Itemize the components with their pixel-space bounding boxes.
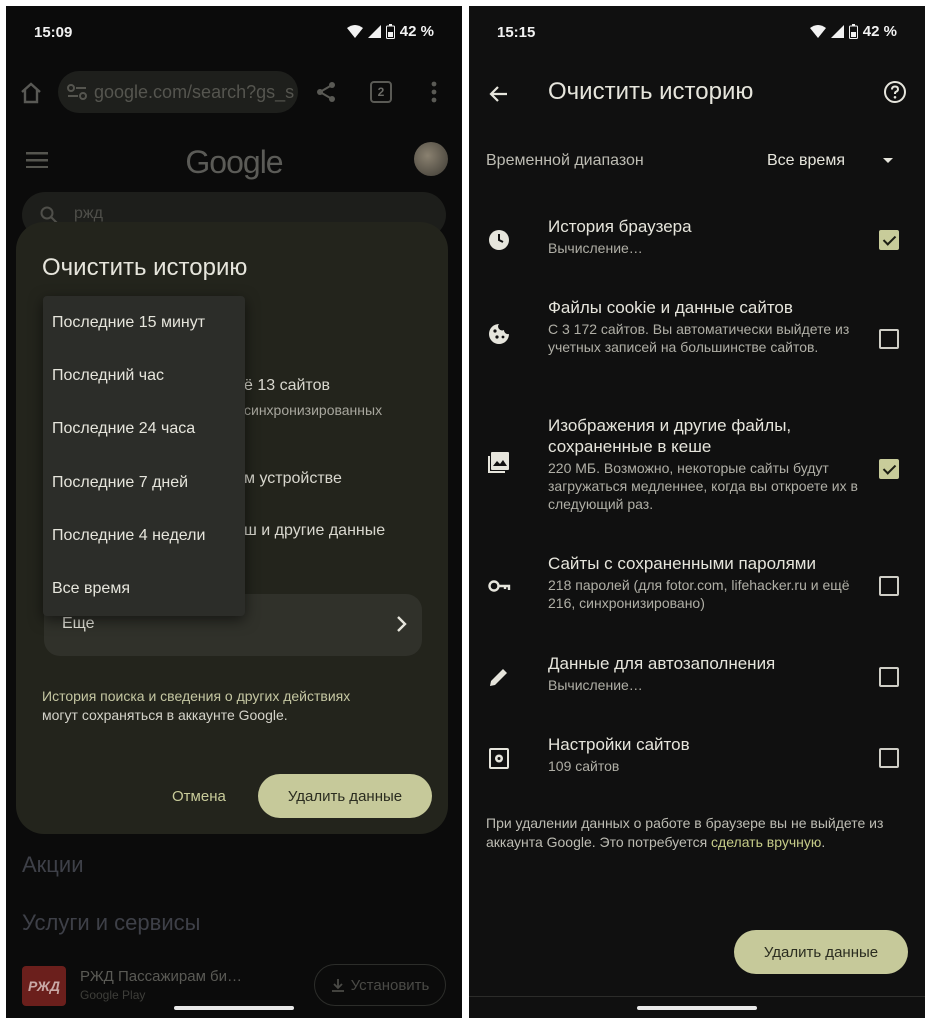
signal-icon [830, 25, 844, 38]
google-header: Google [6, 134, 462, 190]
footnote: При удалении данных о работе в браузере … [486, 814, 896, 852]
peek-text: ш и другие данные [244, 522, 386, 539]
option-title: Настройки сайтов [548, 735, 690, 754]
download-icon [331, 979, 344, 992]
dropdown-option[interactable]: Все время [43, 562, 245, 615]
right-screenshot: 15:15 42 % Очистить историю Временной ди… [469, 6, 925, 1018]
dropdown-arrow-icon[interactable] [883, 158, 893, 163]
note-line: История поиска и сведения о других дейст… [42, 688, 351, 704]
option-title: История браузера [548, 217, 692, 236]
option-subtitle: 109 сайтов [548, 758, 620, 774]
page-title: Очистить историю [548, 78, 754, 105]
account-avatar[interactable] [414, 142, 448, 176]
status-time: 15:09 [34, 24, 73, 41]
option-subtitle: С 3 172 сайтов. Вы автоматически выйдете… [548, 321, 850, 355]
option-title: Файлы cookie и данные сайтов [548, 298, 793, 317]
battery-icon [385, 24, 395, 39]
checkbox-cookies[interactable] [879, 329, 899, 349]
checkbox-saved-passwords[interactable] [879, 576, 899, 596]
app-card-title: РЖД Пассажирам би… [80, 968, 243, 985]
app-card-subtitle: Google Play [80, 988, 146, 1002]
dialog-note: История поиска и сведения о других дейст… [42, 687, 412, 725]
option-subtitle: 220 МБ. Возможно, некоторые сайты будут … [548, 460, 858, 512]
status-bar: 15:09 42 % [6, 6, 462, 58]
checkbox-autofill[interactable] [879, 667, 899, 687]
key-icon [488, 580, 511, 592]
install-label: Установить [350, 976, 430, 994]
battery-icon [848, 24, 858, 39]
rzd-logo: РЖД [22, 966, 66, 1006]
arrow-back-icon[interactable] [487, 82, 511, 106]
dropdown-option[interactable]: Последние 4 недели [43, 509, 245, 562]
site-info-icon[interactable] [66, 82, 88, 102]
checkbox-cached-images[interactable] [879, 459, 899, 479]
home-icon[interactable] [18, 80, 44, 106]
checkbox-site-settings[interactable] [879, 748, 899, 768]
help-icon[interactable] [883, 80, 907, 104]
option-subtitle: 218 паролей (для fotor.com, lifehacker.r… [548, 577, 850, 611]
cancel-button[interactable]: Отмена [172, 788, 226, 805]
footnote-end: . [821, 834, 826, 850]
peek-text: ё 13 сайтов [244, 377, 330, 394]
option-title: Данные для автозаполнения [548, 654, 776, 673]
peek-text: синхронизированных [244, 402, 383, 418]
status-bar: 15:15 42 % [469, 6, 925, 58]
wifi-icon [809, 25, 826, 38]
clock-icon [489, 230, 509, 250]
site-settings-icon [489, 748, 509, 769]
image-icon [488, 452, 509, 473]
section-services[interactable]: Услуги и сервисы [22, 910, 200, 936]
status-time: 15:15 [497, 24, 536, 41]
time-range-selector[interactable]: Временной диапазон Все время [469, 144, 925, 180]
pencil-icon [490, 669, 507, 686]
search-query: ржд [74, 205, 103, 222]
chevron-right-icon [397, 616, 407, 632]
delete-data-button[interactable]: Удалить данные [258, 774, 432, 818]
battery-percent: 42 % [862, 23, 897, 40]
app-bar: Очистить историю [469, 66, 925, 122]
manual-signout-link[interactable]: сделать вручную [711, 834, 821, 850]
option-subtitle: Вычисление… [548, 677, 643, 693]
time-range-dropdown: Последние 15 минут Последний час Последн… [43, 296, 245, 616]
battery-percent: 42 % [399, 23, 434, 40]
browser-toolbar: google.com/search?gs_s 2 [6, 66, 462, 120]
option-title: Сайты с сохраненными паролями [548, 554, 816, 573]
url-text: google.com/search?gs_s [94, 81, 295, 102]
time-range-value[interactable]: Все время [767, 152, 845, 170]
gesture-bar [174, 1006, 294, 1010]
cookie-icon [489, 324, 509, 344]
checkbox-browser-history[interactable] [879, 230, 899, 250]
more-label: Еще [62, 615, 95, 632]
status-icons: 42 % [346, 23, 434, 40]
signal-icon [367, 25, 381, 38]
peek-text: м устройстве [244, 470, 342, 487]
option-title: Изображения и другие файлы, сохраненные … [548, 416, 792, 456]
more-vert-icon[interactable] [430, 80, 438, 104]
status-icons: 42 % [809, 23, 897, 40]
delete-data-button[interactable]: Удалить данные [734, 930, 908, 974]
dialog-title: Очистить историю [42, 254, 248, 281]
note-line: могут сохраняться в аккаунте Google. [42, 707, 288, 723]
section-stocks[interactable]: Акции [22, 852, 83, 878]
gesture-bar [637, 1006, 757, 1010]
time-range-label: Временной диапазон [486, 152, 644, 169]
left-screenshot: 15:09 42 % google.com/search?gs_s 2 Goog… [6, 6, 462, 1018]
option-subtitle: Вычисление… [548, 240, 643, 256]
tab-switcher-button[interactable]: 2 [370, 81, 392, 103]
wifi-icon [346, 25, 363, 38]
dropdown-option[interactable]: Последние 15 минут [43, 296, 245, 349]
url-bar[interactable]: google.com/search?gs_s [58, 71, 298, 113]
dropdown-option[interactable]: Последние 24 часа [43, 403, 245, 456]
dropdown-option[interactable]: Последний час [43, 349, 245, 402]
google-logo: Google [185, 144, 283, 180]
share-icon[interactable] [314, 80, 338, 104]
divider [469, 996, 925, 997]
install-button[interactable]: Установить [314, 964, 446, 1006]
dropdown-option[interactable]: Последние 7 дней [43, 456, 245, 509]
app-card[interactable]: РЖД РЖД Пассажирам би… Google Play Устан… [22, 964, 446, 1008]
